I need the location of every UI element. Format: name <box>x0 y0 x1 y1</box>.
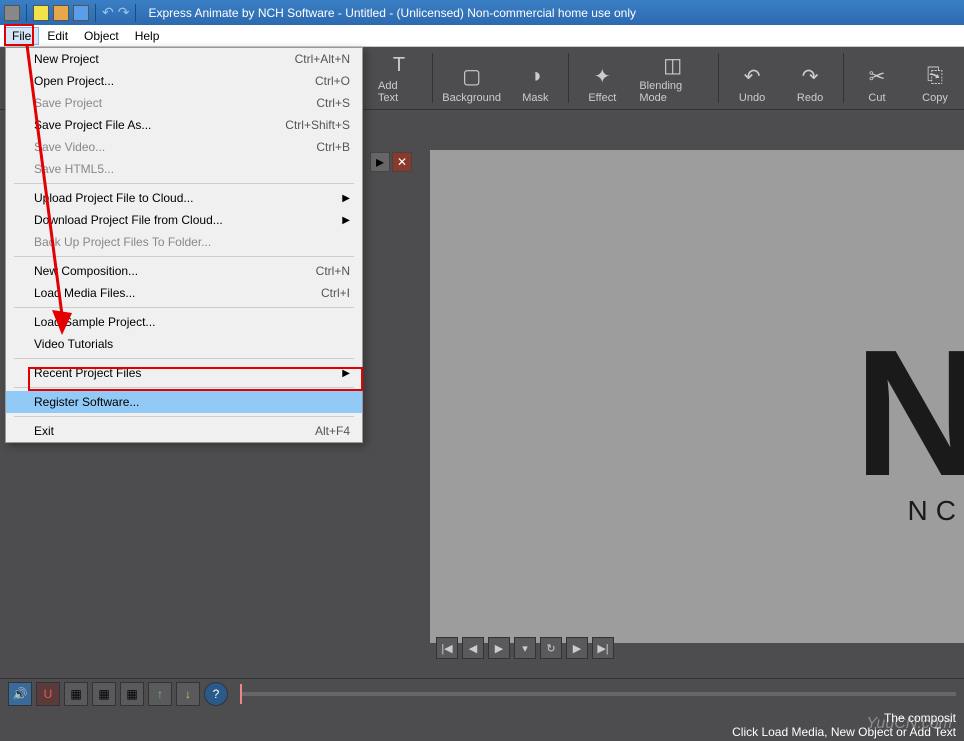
move-up-button[interactable]: ↑ <box>148 682 172 706</box>
playback-controls: |◀ ◀ ▶ ▾ ↻ ▶ ▶| <box>436 637 614 659</box>
play-dropdown[interactable]: ▾ <box>514 637 536 659</box>
canvas[interactable]: N NC <box>430 150 964 643</box>
menu-edit[interactable]: Edit <box>39 27 76 45</box>
audio-button[interactable]: 🔊 <box>8 682 32 706</box>
undo-arrow-icon[interactable]: ↶ <box>102 4 114 21</box>
app-icon <box>4 5 20 21</box>
timeline-playhead[interactable] <box>240 684 242 704</box>
open-icon[interactable] <box>53 5 69 21</box>
new-icon[interactable] <box>33 5 49 21</box>
status-line-2: Click Load Media, New Object or Add Text <box>732 725 956 739</box>
save-icon[interactable] <box>73 5 89 21</box>
menu-item-new-project[interactable]: New ProjectCtrl+Alt+N <box>6 48 362 70</box>
menu-file[interactable]: File <box>4 27 39 45</box>
grid-button-1[interactable]: ▦ <box>64 682 88 706</box>
timeline[interactable] <box>240 692 956 696</box>
menu-item-video-tutorials[interactable]: Video Tutorials <box>6 333 362 355</box>
background-icon: ▢ <box>458 62 486 90</box>
tool-mask[interactable]: ◑Mask <box>506 48 564 108</box>
tool-blending-mode[interactable]: ◫Blending Mode <box>631 48 714 108</box>
titlebar: ↶ ↷ Express Animate by NCH Software - Un… <box>0 0 964 25</box>
tool-effect[interactable]: ✦Effect <box>573 48 631 108</box>
grid-button-2[interactable]: ▦ <box>92 682 116 706</box>
loop-button[interactable]: ↻ <box>540 637 562 659</box>
file-menu-dropdown: New ProjectCtrl+Alt+NOpen Project...Ctrl… <box>5 47 363 443</box>
menu-item-save-project: Save ProjectCtrl+S <box>6 92 362 114</box>
menu-object[interactable]: Object <box>76 27 127 45</box>
menu-item-save-project-file-as[interactable]: Save Project File As...Ctrl+Shift+S <box>6 114 362 136</box>
effect-icon: ✦ <box>588 62 616 90</box>
play-button[interactable]: ▶ <box>488 637 510 659</box>
step-back-button[interactable]: ◀ <box>462 637 484 659</box>
text-icon: T <box>385 52 413 78</box>
window-title: Express Animate by NCH Software - Untitl… <box>148 6 636 20</box>
mask-icon: ◑ <box>521 62 549 90</box>
menu-item-back-up-project-files-to-folder: Back Up Project Files To Folder... <box>6 231 362 253</box>
status-bar: The composit Click Load Media, New Objec… <box>0 708 964 741</box>
logo-subtitle: NC <box>908 495 964 527</box>
goto-start-button[interactable]: |◀ <box>436 637 458 659</box>
blending-icon: ◫ <box>659 52 687 78</box>
redo-icon: ↷ <box>796 62 824 90</box>
menu-item-recent-project-files[interactable]: Recent Project Files▶ <box>6 362 362 384</box>
menu-item-exit[interactable]: ExitAlt+F4 <box>6 420 362 442</box>
panel-icon[interactable]: ▸ <box>370 152 390 172</box>
snap-button[interactable]: U <box>36 682 60 706</box>
tool-cut[interactable]: ✂Cut <box>848 48 906 108</box>
move-down-button[interactable]: ↓ <box>176 682 200 706</box>
cut-icon: ✂ <box>863 62 891 90</box>
menu-item-download-project-file-from-cloud[interactable]: Download Project File from Cloud...▶ <box>6 209 362 231</box>
copy-icon: ⎘ <box>921 62 949 90</box>
redo-arrow-icon[interactable]: ↷ <box>118 4 130 21</box>
menu-item-save-video: Save Video...Ctrl+B <box>6 136 362 158</box>
logo-letter: N <box>854 310 964 517</box>
tool-add-text[interactable]: TAdd Text <box>370 48 428 108</box>
undo-icon: ↶ <box>738 62 766 90</box>
tool-copy[interactable]: ⎘Copy <box>906 48 964 108</box>
tool-background[interactable]: ▢Background <box>437 48 507 108</box>
status-line-1: The composit <box>884 711 956 725</box>
menu-item-upload-project-file-to-cloud[interactable]: Upload Project File to Cloud...▶ <box>6 187 362 209</box>
menu-item-new-composition[interactable]: New Composition...Ctrl+N <box>6 260 362 282</box>
tool-undo[interactable]: ↶Undo <box>723 48 781 108</box>
menu-item-load-sample-project[interactable]: Load Sample Project... <box>6 311 362 333</box>
menu-help[interactable]: Help <box>127 27 168 45</box>
menu-item-save-html5: Save HTML5... <box>6 158 362 180</box>
menu-item-register-software[interactable]: Register Software... <box>6 391 362 413</box>
step-forward-button[interactable]: ▶ <box>566 637 588 659</box>
menu-item-load-media-files[interactable]: Load Media Files...Ctrl+I <box>6 282 362 304</box>
grid-button-3[interactable]: ▦ <box>120 682 144 706</box>
menubar: File Edit Object Help <box>0 25 964 47</box>
menu-item-open-project[interactable]: Open Project...Ctrl+O <box>6 70 362 92</box>
tool-redo[interactable]: ↷Redo <box>781 48 839 108</box>
panel-close-icon[interactable]: ✕ <box>392 152 412 172</box>
bottom-toolbar: 🔊 U ▦ ▦ ▦ ↑ ↓ ? <box>0 678 964 708</box>
help-button[interactable]: ? <box>204 682 228 706</box>
goto-end-button[interactable]: ▶| <box>592 637 614 659</box>
